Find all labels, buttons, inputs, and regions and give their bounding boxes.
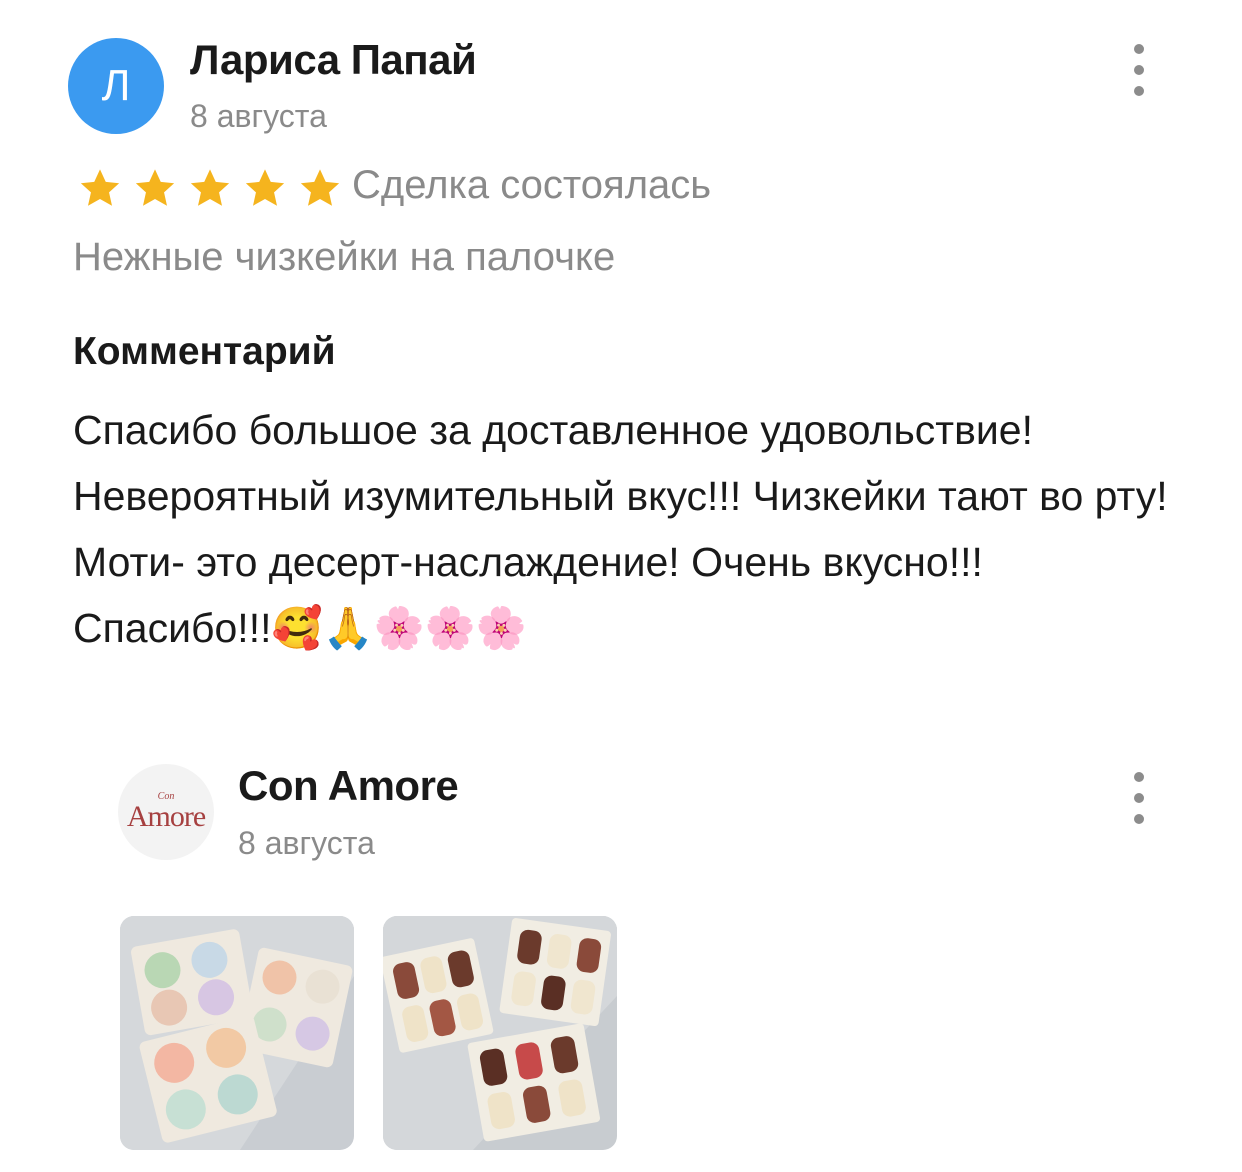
product-name[interactable]: Нежные чизкейки на палочке bbox=[73, 235, 615, 280]
star-icon bbox=[182, 166, 237, 210]
more-vertical-icon[interactable] bbox=[1131, 772, 1147, 824]
avatar[interactable]: Л bbox=[68, 38, 164, 134]
star-icon bbox=[292, 166, 347, 210]
review-date: 8 августа bbox=[190, 98, 327, 134]
star-icon bbox=[127, 166, 182, 210]
comment-heading: Комментарий bbox=[73, 330, 336, 373]
seller-logo[interactable]: Con Amore bbox=[118, 764, 214, 860]
more-vertical-icon[interactable] bbox=[1131, 44, 1147, 96]
reply-photo-mochi[interactable] bbox=[120, 916, 354, 1150]
deal-status: Сделка состоялась bbox=[352, 163, 712, 207]
rating-stars bbox=[72, 166, 347, 210]
author-name[interactable]: Лариса Папай bbox=[190, 36, 477, 84]
seller-name[interactable]: Con Amore bbox=[238, 762, 459, 810]
star-icon bbox=[72, 166, 127, 210]
star-icon bbox=[237, 166, 292, 210]
seller-logo-big-text: Amore bbox=[126, 800, 206, 833]
reply-photo-cheesecake-pops[interactable] bbox=[383, 916, 617, 1150]
avatar-initial: Л bbox=[101, 61, 131, 110]
reply-date: 8 августа bbox=[238, 825, 375, 861]
comment-text: Спасибо большое за доставленное удовольс… bbox=[73, 407, 1168, 651]
